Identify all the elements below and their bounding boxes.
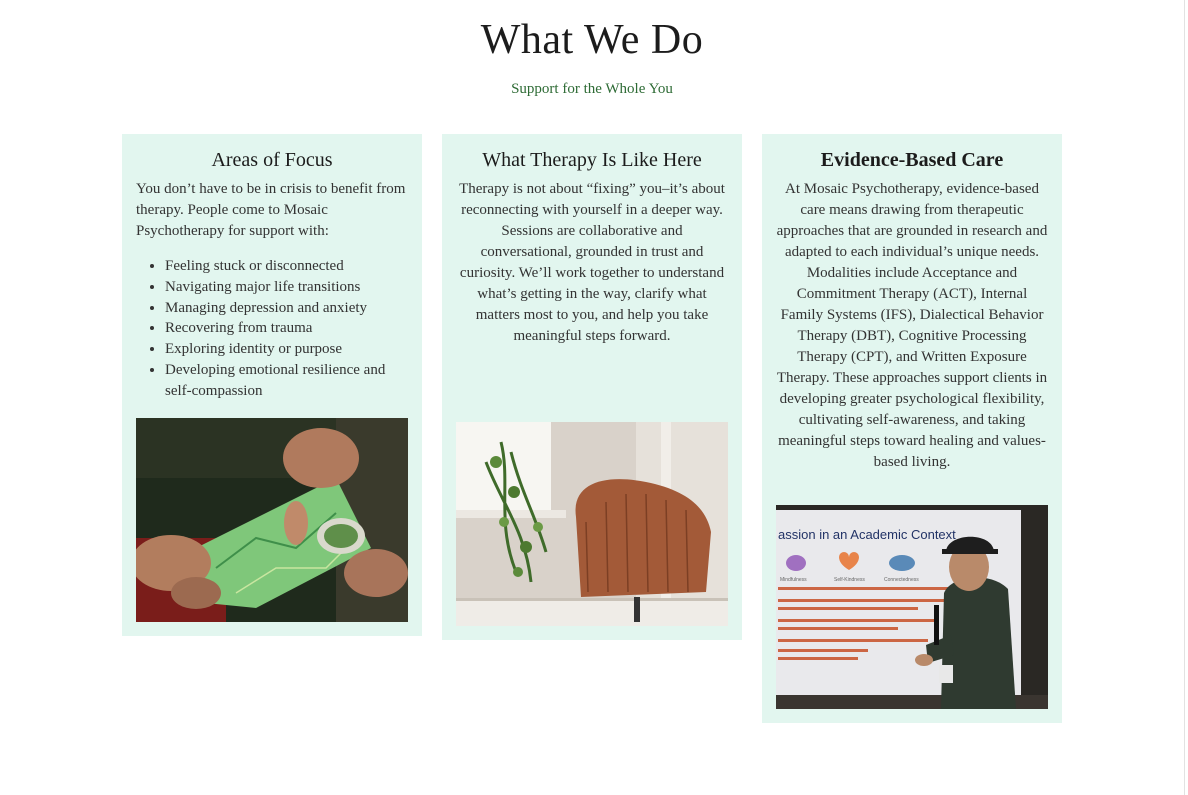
card-body: Therapy is not about “fixing” you–it’s a… (459, 181, 725, 344)
card-title: Evidence-Based Care (820, 149, 1004, 171)
card-body: At Mosaic Psychotherapy, evidence-based … (776, 181, 1048, 470)
slide-title: assion in an Academic Context (778, 527, 956, 542)
slide-icon-label: Mindfulness (780, 577, 807, 583)
focus-list: Feeling stuck or disconnected Navigating… (136, 256, 408, 402)
card-title: What Therapy Is Like Here (482, 149, 702, 171)
page-subtitle: Support for the Whole You (511, 81, 673, 97)
list-item: Navigating major life transitions (165, 277, 408, 298)
card-what-therapy-is-like: What Therapy Is Like Here Therapy is not… (442, 134, 742, 640)
page-title: What We Do (480, 17, 704, 63)
list-item: Feeling stuck or disconnected (165, 256, 408, 277)
list-item: Managing depression and anxiety (165, 298, 408, 319)
photo-hands-map (136, 418, 408, 622)
list-item: Recovering from trauma (165, 318, 408, 339)
card-areas-of-focus: Areas of Focus You don’t have to be in c… (122, 134, 422, 636)
card-intro: You don’t have to be in crisis to benefi… (136, 181, 406, 239)
photo-leather-chair (456, 422, 728, 626)
slide-icon-label: Self-Kindness (834, 577, 865, 583)
page-right-edge (1184, 0, 1185, 795)
photo-presentation: assion in an Academic Context Mindfulnes… (776, 505, 1048, 709)
list-item: Exploring identity or purpose (165, 339, 408, 360)
card-title: Areas of Focus (211, 149, 333, 171)
list-item: Developing emotional resilience and self… (165, 360, 408, 402)
card-evidence-based-care: Evidence-Based Care At Mosaic Psychother… (762, 134, 1062, 723)
slide-icon-label: Connectedness (884, 577, 919, 583)
